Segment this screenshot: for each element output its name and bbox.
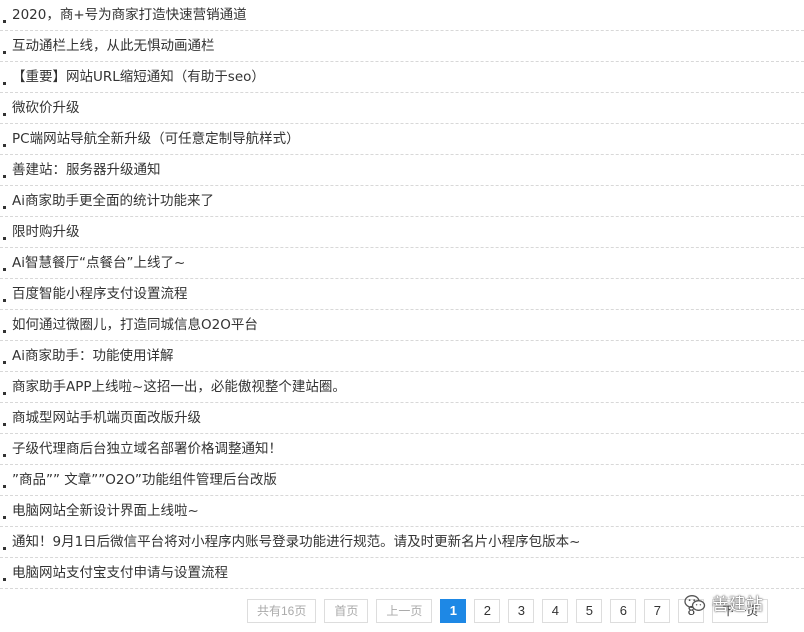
news-item-title[interactable]: 子级代理商后台独立域名部署价格调整通知！ xyxy=(12,440,282,458)
bullet-icon xyxy=(3,206,6,209)
bullet-icon xyxy=(3,578,6,581)
page-button-8[interactable]: 8 xyxy=(678,599,705,623)
news-item[interactable]: 2020，商+号为商家打造快速营销通道 xyxy=(0,0,804,31)
bullet-icon xyxy=(3,330,6,333)
bullet-icon xyxy=(3,485,6,488)
bullet-icon xyxy=(3,268,6,271)
news-item[interactable]: Ai智慧餐厅“点餐台”上线了~ xyxy=(0,248,804,279)
next-page-button[interactable]: 下一页 xyxy=(712,599,769,623)
bullet-icon xyxy=(3,547,6,550)
news-item[interactable]: ”商品”” 文章””O2O”功能组件管理后台改版 xyxy=(0,465,804,496)
news-item[interactable]: 百度智能小程序支付设置流程 xyxy=(0,279,804,310)
news-item-title[interactable]: 百度智能小程序支付设置流程 xyxy=(12,285,188,303)
news-item-title[interactable]: 如何通过微圈儿，打造同城信息O2O平台 xyxy=(12,316,258,334)
bullet-icon xyxy=(3,423,6,426)
news-item-title[interactable]: 限时购升级 xyxy=(12,223,80,241)
page-button-6[interactable]: 6 xyxy=(610,599,637,623)
bullet-icon xyxy=(3,237,6,240)
news-item-title[interactable]: 电脑网站支付宝支付申请与设置流程 xyxy=(12,564,228,582)
bullet-icon xyxy=(3,20,6,23)
news-item-title[interactable]: PC端网站导航全新升级（可任意定制导航样式） xyxy=(12,130,300,148)
news-item[interactable]: 互动通栏上线，从此无惧动画通栏 xyxy=(0,31,804,62)
news-item[interactable]: 商城型网站手机端页面改版升级 xyxy=(0,403,804,434)
news-item[interactable]: PC端网站导航全新升级（可任意定制导航样式） xyxy=(0,124,804,155)
bullet-icon xyxy=(3,299,6,302)
news-item[interactable]: Ai商家助手更全面的统计功能来了 xyxy=(0,186,804,217)
news-item[interactable]: Ai商家助手：功能使用详解 xyxy=(0,341,804,372)
page-button-3[interactable]: 3 xyxy=(508,599,535,623)
news-item[interactable]: 微砍价升级 xyxy=(0,93,804,124)
news-item-title[interactable]: Ai商家助手更全面的统计功能来了 xyxy=(12,192,214,210)
news-item[interactable]: 电脑网站支付宝支付申请与设置流程 xyxy=(0,558,804,589)
news-list: 2020，商+号为商家打造快速营销通道 互动通栏上线，从此无惧动画通栏【重要】网站… xyxy=(0,0,804,589)
bullet-icon xyxy=(3,516,6,519)
page-button-5[interactable]: 5 xyxy=(576,599,603,623)
bullet-icon xyxy=(3,454,6,457)
news-item-title[interactable]: Ai商家助手：功能使用详解 xyxy=(12,347,174,365)
bullet-icon xyxy=(3,82,6,85)
news-item[interactable]: 善建站：服务器升级通知 xyxy=(0,155,804,186)
news-item-title[interactable]: 电脑网站全新设计界面上线啦~ xyxy=(12,502,199,520)
pagination: 共有16页 首页 上一页 1 2 3 4 5 6 7 8 下一页 xyxy=(247,599,769,623)
bullet-icon xyxy=(3,144,6,147)
news-item[interactable]: 子级代理商后台独立域名部署价格调整通知！ xyxy=(0,434,804,465)
bullet-icon xyxy=(3,113,6,116)
news-item-title[interactable]: 通知！9月1日后微信平台将对小程序内账号登录功能进行规范。请及时更新名片小程序包… xyxy=(12,533,581,551)
bullet-icon xyxy=(3,51,6,54)
bullet-icon xyxy=(3,175,6,178)
news-item-title[interactable]: ”商品”” 文章””O2O”功能组件管理后台改版 xyxy=(12,471,277,489)
news-item[interactable]: 商家助手APP上线啦~这招一出，必能傲视整个建站圈。 xyxy=(0,372,804,403)
news-item[interactable]: 限时购升级 xyxy=(0,217,804,248)
prev-page-button[interactable]: 上一页 xyxy=(376,599,433,623)
bullet-icon xyxy=(3,392,6,395)
news-item-title[interactable]: 【重要】网站URL缩短通知（有助于seo） xyxy=(12,68,265,86)
page-total: 共有16页 xyxy=(247,599,317,623)
news-item[interactable]: 电脑网站全新设计界面上线啦~ xyxy=(0,496,804,527)
news-item-title[interactable]: 商城型网站手机端页面改版升级 xyxy=(12,409,201,427)
news-item-title[interactable]: 互动通栏上线，从此无惧动画通栏 xyxy=(12,37,215,55)
first-page-button[interactable]: 首页 xyxy=(324,599,369,623)
news-item-title[interactable]: Ai智慧餐厅“点餐台”上线了~ xyxy=(12,254,185,272)
page-button-1[interactable]: 1 xyxy=(440,599,467,623)
news-item-title[interactable]: 微砍价升级 xyxy=(12,99,80,117)
news-item[interactable]: 【重要】网站URL缩短通知（有助于seo） xyxy=(0,62,804,93)
news-item-title[interactable]: 商家助手APP上线啦~这招一出，必能傲视整个建站圈。 xyxy=(12,378,346,396)
news-item-title[interactable]: 善建站：服务器升级通知 xyxy=(12,161,161,179)
page-button-4[interactable]: 4 xyxy=(542,599,569,623)
news-item-title[interactable]: 2020，商+号为商家打造快速营销通道 xyxy=(12,6,247,24)
news-item[interactable]: 通知！9月1日后微信平台将对小程序内账号登录功能进行规范。请及时更新名片小程序包… xyxy=(0,527,804,558)
page-button-7[interactable]: 7 xyxy=(644,599,671,623)
news-item[interactable]: 如何通过微圈儿，打造同城信息O2O平台 xyxy=(0,310,804,341)
page-button-2[interactable]: 2 xyxy=(474,599,501,623)
bullet-icon xyxy=(3,361,6,364)
